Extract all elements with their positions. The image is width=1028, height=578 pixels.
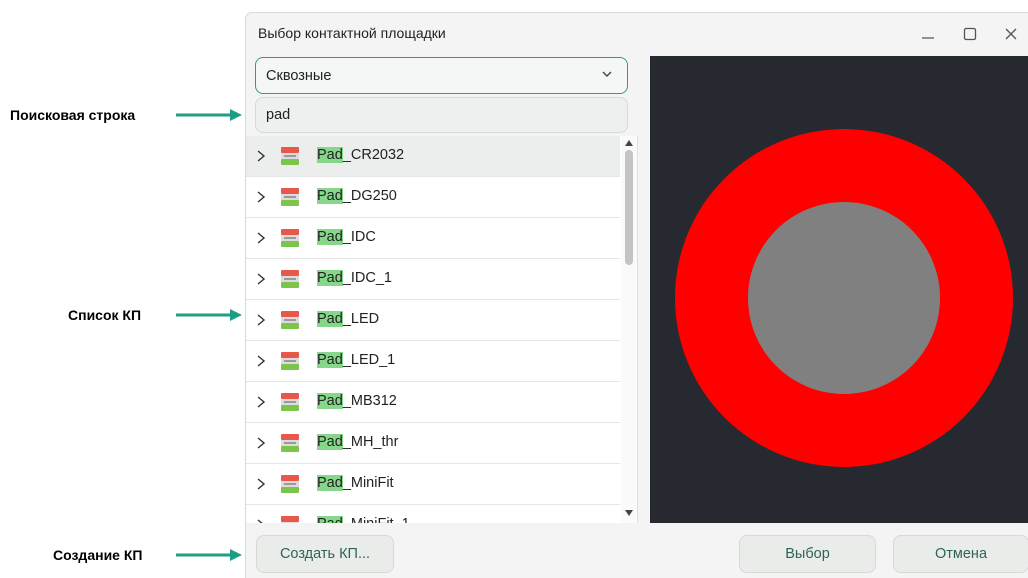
- expand-chevron-icon[interactable]: [256, 313, 266, 327]
- annotation-list-label: Список КП: [68, 307, 142, 323]
- scroll-down-arrow-icon[interactable]: [625, 510, 633, 516]
- list-item[interactable]: Pad_CR2032: [246, 136, 620, 177]
- pad-drill-hole: [748, 202, 940, 394]
- expand-chevron-icon[interactable]: [256, 354, 266, 368]
- list-item-label: Pad_IDC: [317, 229, 376, 245]
- maximize-icon: [963, 27, 977, 41]
- list-item-name: _MiniFit: [342, 475, 394, 491]
- expand-chevron-icon[interactable]: [256, 395, 266, 409]
- close-icon: [1005, 28, 1017, 40]
- list-item-label: Pad_MiniFit_1: [317, 516, 410, 523]
- cancel-button[interactable]: Отмена: [893, 535, 1028, 573]
- title-bar: Выбор контактной площадки: [246, 13, 1028, 55]
- pad-library-icon: [281, 475, 299, 493]
- expand-chevron-icon[interactable]: [256, 436, 266, 450]
- pad-library-icon: [281, 393, 299, 411]
- minimize-icon: [922, 37, 934, 39]
- pad-library-icon: [281, 434, 299, 452]
- list-item[interactable]: Pad_IDC_1: [246, 259, 620, 300]
- search-input-value: pad: [266, 107, 291, 123]
- list-item[interactable]: Pad_IDC: [246, 218, 620, 259]
- search-match-highlight: Pad: [317, 147, 343, 163]
- annotation-search: Поисковая строка: [0, 105, 135, 125]
- list-item-name: _MH_thr: [342, 434, 399, 450]
- list-item[interactable]: Pad_MH_thr: [246, 423, 620, 464]
- pad-list[interactable]: Pad_CR2032 Pad_DG250 Pad_IDC Pad_IDC_1 Pad_L…: [246, 136, 638, 523]
- annotation-create-label: Создание КП: [53, 547, 143, 563]
- pad-library-icon: [281, 352, 299, 370]
- expand-chevron-icon[interactable]: [256, 272, 266, 286]
- expand-chevron-icon[interactable]: [256, 190, 266, 204]
- pad-library-icon: [281, 311, 299, 329]
- list-item-name: _MB312: [342, 393, 397, 409]
- expand-chevron-icon[interactable]: [256, 149, 266, 163]
- list-item-label: Pad_LED: [317, 311, 379, 327]
- pad-type-dropdown[interactable]: Сквозные: [255, 57, 628, 94]
- select-button[interactable]: Выбор: [739, 535, 876, 573]
- search-match-highlight: Pad: [317, 393, 343, 409]
- list-item-name: _MiniFit_1: [343, 516, 410, 523]
- window-title: Выбор контактной площадки: [258, 25, 446, 41]
- search-match-highlight: Pad: [317, 475, 343, 491]
- search-match-highlight: Pad: [317, 270, 343, 286]
- search-match-highlight: Pad: [317, 311, 343, 327]
- chevron-down-icon: [602, 71, 612, 77]
- pad-library-icon: [281, 270, 299, 288]
- list-item-label: Pad_CR2032: [317, 147, 404, 163]
- list-item-label: Pad_DG250: [317, 188, 397, 204]
- scroll-thumb[interactable]: [625, 150, 633, 265]
- list-item[interactable]: Pad_LED_1: [246, 341, 620, 382]
- annotation-create: Создание КП: [0, 545, 142, 565]
- pad-library-icon: [281, 229, 299, 247]
- scroll-up-arrow-icon[interactable]: [625, 140, 633, 146]
- search-match-highlight: Pad: [317, 434, 343, 450]
- annotation-search-label: Поисковая строка: [10, 107, 136, 123]
- list-item[interactable]: Pad_MiniFit: [246, 464, 620, 505]
- search-match-highlight: Pad: [317, 229, 343, 245]
- list-item-name: _DG250: [342, 188, 397, 204]
- annotation-list: Список КП: [0, 305, 141, 325]
- list-item-name: _LED: [342, 311, 380, 327]
- create-pad-button[interactable]: Создать КП...: [256, 535, 394, 573]
- search-match-highlight: Pad: [317, 352, 343, 368]
- list-item-label: Pad_MiniFit: [317, 475, 394, 491]
- list-item-name: _LED_1: [342, 352, 396, 368]
- search-match-highlight: Pad: [317, 188, 343, 204]
- minimize-button[interactable]: [917, 23, 939, 45]
- list-item-label: Pad_IDC_1: [317, 270, 392, 286]
- pad-preview: [650, 56, 1028, 523]
- list-item-name: _CR2032: [342, 147, 405, 163]
- expand-chevron-icon[interactable]: [256, 518, 266, 523]
- list-item-name: _IDC: [342, 229, 376, 245]
- expand-chevron-icon[interactable]: [256, 477, 266, 491]
- list-item-label: Pad_MB312: [317, 393, 397, 409]
- list-item[interactable]: Pad_MB312: [246, 382, 620, 423]
- list-item-label: Pad_MH_thr: [317, 434, 398, 450]
- maximize-button[interactable]: [959, 23, 981, 45]
- pad-library-icon: [281, 516, 299, 523]
- annotation-list-arrow-icon: [176, 309, 242, 321]
- search-input[interactable]: pad: [255, 97, 628, 133]
- search-match-highlight: Pad: [317, 516, 343, 523]
- expand-chevron-icon[interactable]: [256, 231, 266, 245]
- pad-selection-dialog: Выбор контактной площадки Сквозные pad P…: [245, 12, 1028, 578]
- pad-library-icon: [281, 188, 299, 206]
- list-item[interactable]: Pad_DG250: [246, 177, 620, 218]
- list-item[interactable]: Pad_MiniFit_1: [246, 505, 620, 523]
- pad-library-icon: [281, 147, 299, 165]
- list-item-name: _IDC_1: [342, 270, 392, 286]
- list-item-label: Pad_LED_1: [317, 352, 395, 368]
- close-button[interactable]: [1000, 23, 1022, 45]
- list-scrollbar[interactable]: [621, 136, 637, 523]
- pad-preview-graphic: [675, 129, 1013, 467]
- annotation-search-arrow-icon: [176, 109, 242, 121]
- pad-type-dropdown-value: Сквозные: [266, 67, 332, 84]
- annotation-create-arrow-icon: [176, 549, 242, 561]
- list-item[interactable]: Pad_LED: [246, 300, 620, 341]
